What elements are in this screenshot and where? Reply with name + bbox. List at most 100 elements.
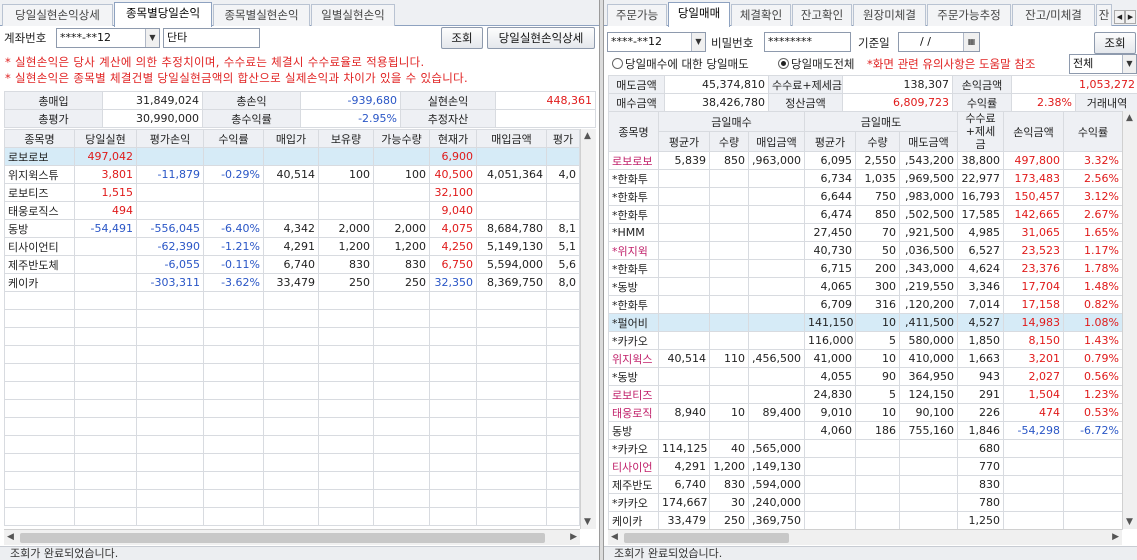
scroll-down-icon[interactable]: ▼ — [1126, 517, 1133, 527]
return-rate-value: 2.38% — [1011, 93, 1076, 112]
table-row[interactable]: 태웅로직 8,940 10 89,400 9,010 10 90,100 226 474 0.53… — [608, 403, 1123, 422]
stock-name-cell: *카카오 — [608, 493, 659, 512]
radio-all-sell-today-label[interactable]: 당일매도전체 — [791, 56, 854, 72]
right-vertical-scrollbar[interactable]: ▲ ▼ — [1122, 111, 1137, 529]
tab-daily-trade[interactable]: 당일매매 — [668, 2, 730, 27]
column-header[interactable]: 당일실현 — [74, 129, 137, 148]
table-row[interactable]: 제주반도체 -6,055 -0.11% 6,740 830 830 6,750 5,594,0… — [4, 255, 580, 274]
column-header[interactable]: 평가손익 — [136, 129, 204, 148]
table-row[interactable]: 태웅로직스 494 9,040 — [4, 201, 580, 220]
table-row[interactable]: 동방 -54,491 -556,045 -6.40% 4,342 2,000 2,000 4,… — [4, 219, 580, 238]
table-row[interactable]: *한화투 6,734 1,035,969,500 22,977 173,483 2.56% — [608, 169, 1123, 188]
account-select[interactable]: ****-**12 ▼ — [56, 28, 160, 48]
column-header[interactable]: 매입금액 — [476, 129, 547, 148]
table-row[interactable]: 위지윅스 40,514 110,456,500 41,000 10 410,000 1,66… — [608, 349, 1123, 368]
tab-balance-check[interactable]: 잔고확인 — [792, 4, 852, 26]
table-cell — [748, 277, 805, 296]
trade-history-link[interactable]: 거래내역 — [1074, 93, 1137, 112]
query-button[interactable]: 조회 — [441, 27, 483, 49]
scroll-left-icon[interactable]: ◀ — [7, 532, 14, 542]
tab-orderable[interactable]: 주문가능 — [607, 4, 667, 26]
query-button[interactable]: 조회 — [1094, 32, 1136, 54]
scroll-right-icon[interactable]: ▶ — [1112, 532, 1119, 542]
table-row[interactable]: *동방 4,065 300,219,550 3,346 17,704 1.48% — [608, 277, 1123, 296]
scroll-up-icon[interactable]: ▲ — [1126, 113, 1133, 123]
table-row[interactable]: *HMM 27,450 70,921,500 4,985 31,065 1.65% — [608, 223, 1123, 242]
table-row[interactable]: 로보티즈 24,830 5 124,150 291 1,504 1.23% — [608, 385, 1123, 404]
tab-prev-icon[interactable]: ◀ — [1114, 10, 1125, 24]
column-header[interactable]: 종목명 — [4, 129, 75, 148]
table-cell: 3.32% — [1063, 151, 1123, 170]
scroll-thumb[interactable] — [20, 533, 545, 543]
empty-cell — [318, 363, 374, 382]
realized-detail-button[interactable]: 당일실현손익상세 — [487, 27, 595, 49]
table-cell: ,369,750 — [748, 511, 805, 530]
radio-all-sell-today[interactable] — [778, 58, 789, 69]
table-row[interactable]: *위지윅 40,730 50,036,500 6,527 23,523 1.17% — [608, 241, 1123, 260]
table-row[interactable]: 케이카 33,479 250,369,750 1,250 — [608, 511, 1123, 530]
tab-daily-pl-by-stock[interactable]: 종목별당일손익 — [114, 2, 212, 27]
column-header[interactable]: 수익률 — [203, 129, 264, 148]
table-row[interactable]: *한화투 6,709 316,120,200 7,014 17,158 0.82% — [608, 295, 1123, 314]
table-cell — [709, 187, 749, 206]
account-value: ****-**12 — [60, 31, 111, 44]
filter-select[interactable]: 전체 ▼ — [1069, 54, 1137, 74]
table-row[interactable]: *동방 4,055 90 364,950 943 2,027 0.56% — [608, 367, 1123, 386]
chevron-down-icon[interactable]: ▼ — [145, 29, 159, 47]
left-horizontal-scrollbar[interactable]: ◀ ▶ — [4, 529, 580, 545]
column-header[interactable]: 보유량 — [318, 129, 374, 148]
column-header[interactable]: 평가 — [546, 129, 580, 148]
col-return-rate[interactable]: 수익률 — [1063, 111, 1123, 152]
table-row[interactable]: 케이카 -303,311 -3.62% 33,479 250 250 32,350 8,369… — [4, 273, 580, 292]
scroll-down-icon[interactable]: ▼ — [584, 517, 591, 527]
table-row[interactable]: *펄어비 141,150 10,411,500 4,527 14,983 1.08% — [608, 313, 1123, 332]
tab-next-icon[interactable]: ▶ — [1125, 10, 1136, 24]
table-row[interactable]: 동방 4,060 186 755,160 1,846 -54,298 -6.72% — [608, 421, 1123, 440]
tab-overflow[interactable]: 잔 — [1096, 4, 1112, 26]
tab-orderable-estimate[interactable]: 주문가능추정 — [927, 4, 1011, 26]
account-select[interactable]: ****-**12 ▼ — [607, 32, 706, 52]
empty-cell — [4, 399, 75, 418]
scroll-thumb[interactable] — [624, 533, 789, 543]
radio-buy-sell-today-label[interactable]: 당일매수에 대한 당일매도 — [625, 56, 749, 72]
right-horizontal-scrollbar[interactable]: ◀ ▶ — [608, 529, 1122, 545]
column-header[interactable]: 현재가 — [429, 129, 477, 148]
tab-daily-realized-pl[interactable]: 일별실현손익 — [311, 4, 395, 26]
radio-buy-sell-today[interactable] — [612, 58, 623, 69]
chevron-down-icon[interactable]: ▼ — [1122, 55, 1136, 73]
column-header[interactable]: 가능수량 — [373, 129, 430, 148]
table-cell — [318, 147, 374, 166]
table-cell: -1.21% — [203, 237, 264, 256]
table-row[interactable]: 로보티즈 1,515 32,100 — [4, 183, 580, 202]
tab-fill-check[interactable]: 체결확인 — [731, 4, 791, 26]
scroll-right-icon[interactable]: ▶ — [570, 532, 577, 542]
table-row[interactable]: *한화투 6,474 850,502,500 17,585 142,665 2.67% — [608, 205, 1123, 224]
tab-ledger-unfilled[interactable]: 원장미체결 — [853, 4, 926, 26]
trade-type-field[interactable]: 단타 — [163, 28, 260, 48]
table-row[interactable]: 티사이언티 -62,390 -1.21% 4,291 1,200 1,200 4,250 5,… — [4, 237, 580, 256]
table-row[interactable]: 로보로보 5,839 850,963,000 6,095 2,550,543,200 38… — [608, 151, 1123, 170]
tab-realized-pl-by-stock[interactable]: 종목별실현손익 — [213, 4, 310, 26]
table-row[interactable]: *한화투 6,644 750,983,000 16,793 150,457 3.12% — [608, 187, 1123, 206]
table-row[interactable]: 제주반도 6,740 830,594,000 830 — [608, 475, 1123, 494]
table-cell — [855, 493, 900, 512]
scroll-left-icon[interactable]: ◀ — [611, 532, 618, 542]
base-date-field[interactable]: / / ▦ — [898, 32, 980, 52]
table-row[interactable]: 위지윅스튜 3,801 -11,879 -0.29% 40,514 100 100 40,50… — [4, 165, 580, 184]
chevron-down-icon[interactable]: ▼ — [691, 33, 705, 51]
table-row[interactable]: *카카오 116,000 5 580,000 1,850 8,150 1.43% — [608, 331, 1123, 350]
left-vertical-scrollbar[interactable]: ▲ ▼ — [580, 129, 596, 529]
calendar-icon[interactable]: ▦ — [963, 33, 979, 51]
table-row[interactable]: *한화투 6,715 200,343,000 4,624 23,376 1.78% — [608, 259, 1123, 278]
table-row[interactable]: 티사이언 4,291 1,200,149,130 770 — [608, 457, 1123, 476]
column-header[interactable]: 매입가 — [263, 129, 319, 148]
table-row[interactable]: 로보로보 497,042 6,900 — [4, 147, 580, 166]
total-rate-value: -2.95% — [300, 109, 401, 128]
tab-balance-unfilled[interactable]: 잔고/미체결 — [1012, 4, 1095, 26]
table-row[interactable]: *카카오 174,667 30,240,000 780 — [608, 493, 1123, 512]
col-pl-amount[interactable]: 손익금액 — [1003, 111, 1064, 152]
table-row[interactable]: *카카오 114,125 40,565,000 680 — [608, 439, 1123, 458]
tab-daily-realized-detail[interactable]: 당일실현손익상세 — [2, 4, 113, 26]
scroll-up-icon[interactable]: ▲ — [584, 131, 591, 141]
password-field[interactable]: ******** — [764, 32, 851, 52]
